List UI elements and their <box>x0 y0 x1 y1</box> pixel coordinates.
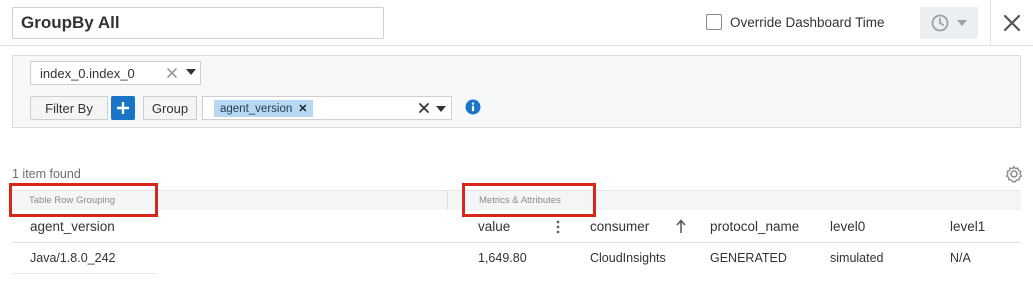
sort-up-icon[interactable] <box>676 219 686 234</box>
override-dashboard-time[interactable]: Override Dashboard Time <box>706 14 885 30</box>
close-icon <box>1004 15 1020 31</box>
clear-icon[interactable] <box>165 65 179 81</box>
kebab-icon[interactable] <box>554 219 562 235</box>
override-checkbox[interactable] <box>706 14 722 30</box>
clear-icon[interactable] <box>417 101 431 115</box>
filter-by-button[interactable]: Filter By <box>30 96 108 120</box>
widget-header: Override Dashboard Time <box>0 0 1033 46</box>
column-header-agent-version[interactable]: agent_version <box>30 219 115 234</box>
group-tag: agent_version ✕ <box>214 100 314 117</box>
chevron-down-icon <box>957 20 967 26</box>
cell-consumer: CloudInsights <box>590 251 666 265</box>
metric-select[interactable]: index_0.index_0 <box>30 61 201 85</box>
plus-icon <box>117 102 129 114</box>
group-tag-label: agent_version <box>220 102 293 115</box>
row-divider <box>12 273 157 274</box>
time-range-picker[interactable] <box>920 7 978 39</box>
gear-icon[interactable] <box>1005 165 1023 183</box>
group-by-field[interactable]: agent_version ✕ <box>202 96 452 120</box>
cell-protocol-name: GENERATED <box>710 251 787 265</box>
items-found-count: 1 item found <box>12 167 81 181</box>
column-header-level1[interactable]: level1 <box>950 219 985 234</box>
group-divider <box>447 190 448 210</box>
cell-level1: N/A <box>950 251 971 265</box>
column-header-value[interactable]: value <box>478 219 510 234</box>
cell-agent-version: Java/1.8.0_242 <box>30 251 116 265</box>
override-label: Override Dashboard Time <box>730 14 885 30</box>
remove-tag-icon[interactable]: ✕ <box>298 102 307 115</box>
column-header-consumer[interactable]: consumer <box>590 219 649 234</box>
cell-value: 1,649.80 <box>478 251 527 265</box>
clock-icon <box>931 14 949 32</box>
column-header-level0[interactable]: level0 <box>830 219 865 234</box>
query-panel: index_0.index_0 Filter By Group agent_ve… <box>12 55 1021 128</box>
highlight-box-metrics <box>462 183 596 217</box>
metric-select-value: index_0.index_0 <box>40 65 135 81</box>
add-filter-button[interactable] <box>111 96 135 120</box>
highlight-box-grouping <box>9 183 158 217</box>
cell-level0: simulated <box>830 251 884 265</box>
chevron-down-icon[interactable] <box>436 106 446 112</box>
info-icon[interactable] <box>465 99 481 115</box>
group-button[interactable]: Group <box>143 96 197 120</box>
close-button[interactable] <box>990 0 1033 46</box>
widget-title-input[interactable] <box>12 7 384 39</box>
column-header-protocol-name[interactable]: protocol_name <box>710 219 799 234</box>
chevron-down-icon[interactable] <box>186 69 196 75</box>
